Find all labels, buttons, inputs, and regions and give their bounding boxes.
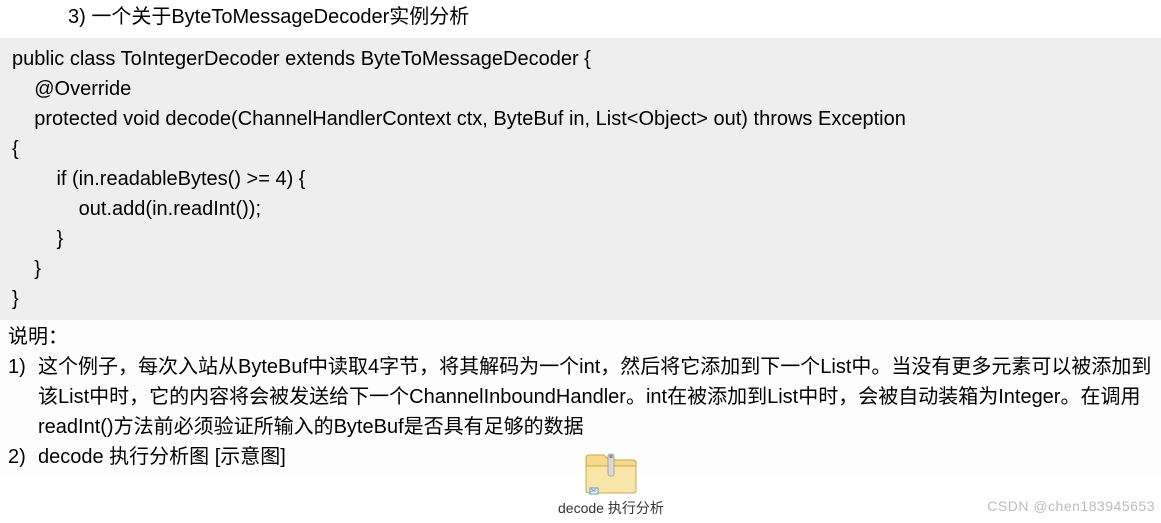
folder-shortcut[interactable]: decode 执行分析: [558, 452, 664, 519]
list-item: 1) 这个例子，每次入站从ByteBuf中读取4字节，将其解码为一个int，然后…: [8, 352, 1153, 442]
code-line: if (in.readableBytes() >= 4) {: [12, 168, 305, 190]
list-number: 2): [8, 442, 38, 472]
folder-icon: [584, 452, 638, 496]
code-line: protected void decode(ChannelHandlerCont…: [12, 108, 906, 130]
code-line: }: [12, 258, 41, 280]
list-number: 1): [8, 352, 38, 382]
watermark: CSDN @chen183945653: [987, 496, 1155, 517]
section-heading: 3) 一个关于ByteToMessageDecoder实例分析: [0, 0, 1161, 38]
code-line: {: [12, 138, 19, 160]
code-line: }: [12, 288, 19, 310]
code-block: public class ToIntegerDecoder extends By…: [0, 38, 1161, 320]
code-line: out.add(in.readInt());: [12, 198, 261, 220]
list-text: 这个例子，每次入站从ByteBuf中读取4字节，将其解码为一个int，然后将它添…: [38, 352, 1153, 442]
code-line: }: [12, 228, 63, 250]
code-line: @Override: [12, 78, 131, 100]
code-line: public class ToIntegerDecoder extends By…: [12, 48, 591, 70]
explain-title: 说明：: [8, 322, 1153, 352]
folder-label: decode 执行分析: [558, 498, 664, 519]
